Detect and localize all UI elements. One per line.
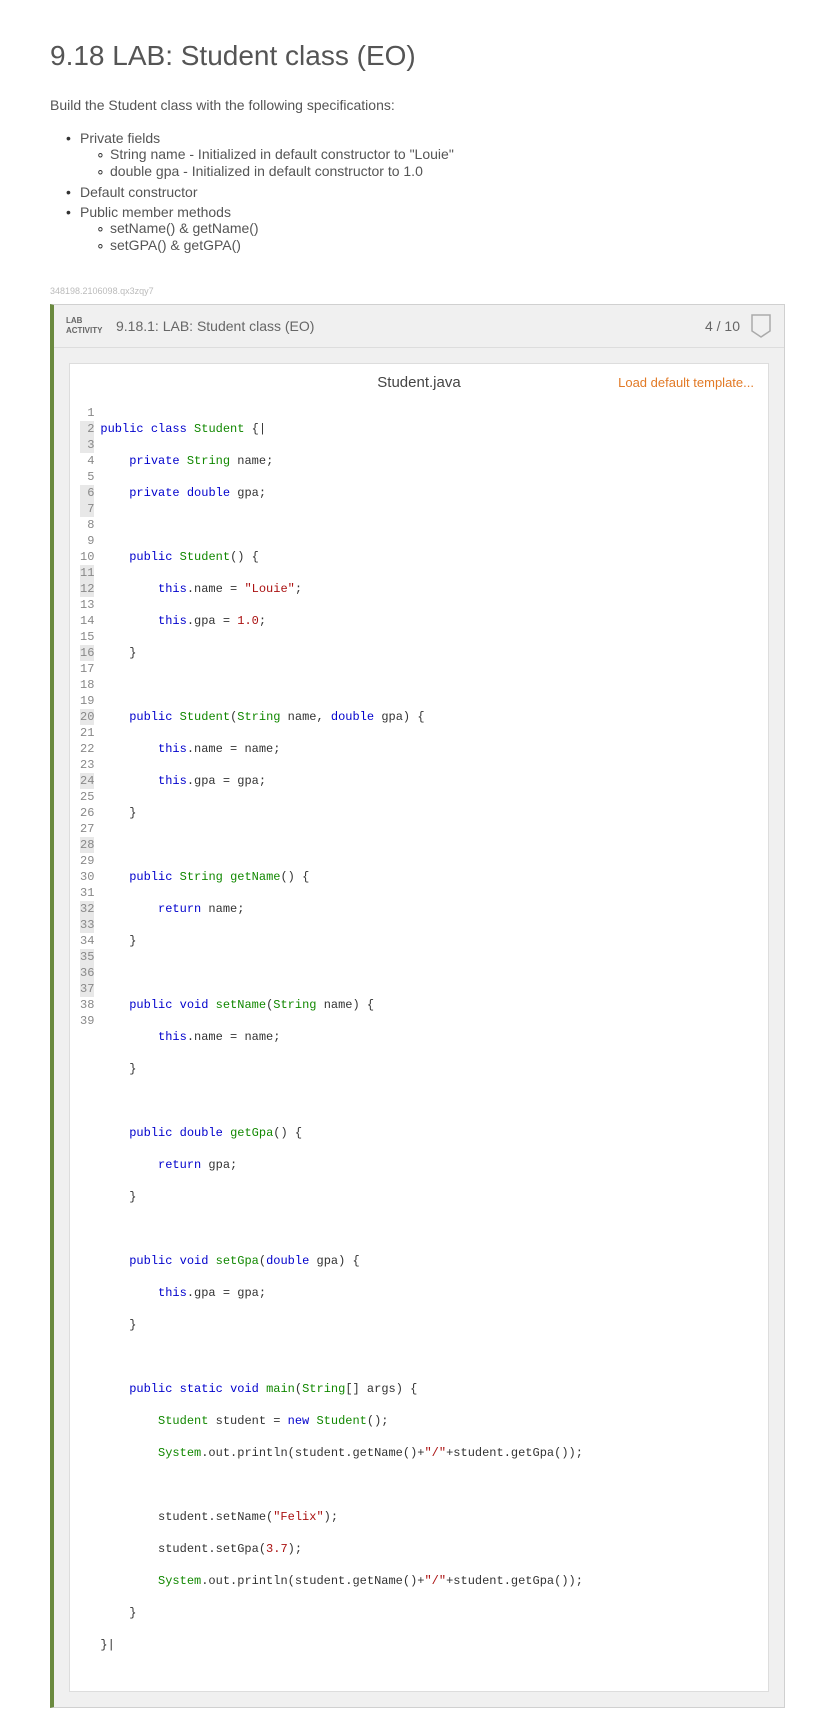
spec-subitem: setGPA() & getGPA() bbox=[110, 237, 785, 254]
spec-list: Private fields String name - Initialized… bbox=[50, 128, 785, 256]
spec-item: Default constructor bbox=[80, 182, 785, 202]
activity-title: 9.18.1: LAB: Student class (EO) bbox=[116, 318, 314, 334]
shield-icon bbox=[750, 313, 772, 339]
code-editor[interactable]: Student.java Load default template... 12… bbox=[69, 363, 769, 1692]
spec-item: Public member methods setName() & getNam… bbox=[80, 202, 785, 256]
activity-header: LAB ACTIVITY 9.18.1: LAB: Student class … bbox=[54, 305, 784, 348]
spec-subitem: double gpa - Initialized in default cons… bbox=[110, 163, 785, 180]
code-content[interactable]: public class Student {| private String n… bbox=[100, 405, 768, 1685]
description-text: Build the Student class with the followi… bbox=[50, 97, 785, 113]
editor-topbar: Student.java Load default template... bbox=[70, 364, 768, 401]
editor-filename: Student.java bbox=[307, 374, 530, 391]
line-number-gutter: 1234567891011121314151617181920212223242… bbox=[70, 405, 100, 1685]
load-template-link[interactable]: Load default template... bbox=[531, 375, 754, 390]
spec-subitem: setName() & getName() bbox=[110, 220, 785, 237]
activity-label-line: LAB bbox=[66, 316, 104, 326]
spec-item: Private fields String name - Initialized… bbox=[80, 128, 785, 182]
spec-item-label: Public member methods bbox=[80, 204, 231, 220]
activity-panel: LAB ACTIVITY 9.18.1: LAB: Student class … bbox=[50, 304, 785, 1708]
spec-item-label: Private fields bbox=[80, 130, 160, 146]
hash-text: 348198.2106098.qx3zqy7 bbox=[50, 286, 785, 296]
page-title: 9.18 LAB: Student class (EO) bbox=[50, 40, 785, 72]
activity-type-label: LAB ACTIVITY bbox=[66, 316, 104, 335]
activity-label-line: ACTIVITY bbox=[66, 326, 104, 336]
activity-score: 4 / 10 bbox=[705, 318, 740, 334]
spec-subitem: String name - Initialized in default con… bbox=[110, 146, 785, 163]
code-area[interactable]: 1234567891011121314151617181920212223242… bbox=[70, 401, 768, 1691]
